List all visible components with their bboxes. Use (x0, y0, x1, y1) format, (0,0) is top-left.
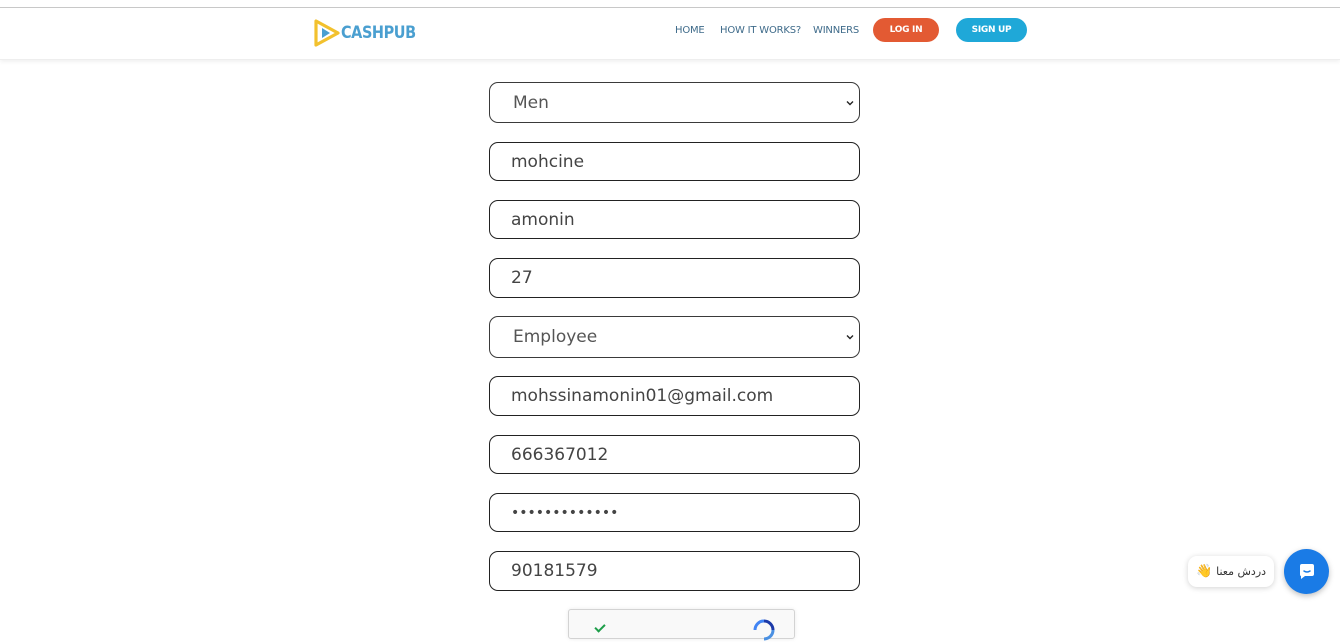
gender-select[interactable]: Men (489, 82, 860, 123)
password-value: ••••••••••••• (511, 504, 619, 521)
chat-launcher-button[interactable] (1284, 549, 1329, 594)
email-value: mohssinamonin01@gmail.com (511, 386, 774, 406)
recaptcha-icon (753, 619, 775, 641)
nav-home[interactable]: HOME (675, 25, 705, 36)
code-value: 90181579 (511, 561, 598, 581)
nav-how-it-works[interactable]: HOW IT WORKS? (720, 25, 801, 36)
occupation-select[interactable]: Employee (489, 316, 860, 358)
code-input[interactable]: 90181579 (489, 551, 860, 591)
first-name-input[interactable]: mohcine (489, 142, 860, 181)
checkmark-icon[interactable] (594, 621, 606, 633)
chat-greeting-text: دردش معنا (1216, 565, 1267, 578)
age-value: 27 (511, 268, 533, 288)
gender-value: Men (513, 92, 549, 113)
signup-button[interactable]: SIGN UP (956, 18, 1027, 42)
brand-logo[interactable]: CASHPUB (314, 18, 429, 48)
password-input[interactable]: ••••••••••••• (489, 493, 860, 532)
header: CASHPUB HOME HOW IT WORKS? WINNERS LOG I… (0, 8, 1340, 60)
occupation-value: Employee (513, 327, 598, 347)
brand-name: CASHPUB (341, 23, 416, 43)
chat-greeting-bubble[interactable]: 👋 دردش معنا (1188, 556, 1274, 587)
last-name-value: amonin (511, 209, 575, 230)
phone-input[interactable]: 666367012 (489, 435, 860, 474)
recaptcha-widget[interactable] (568, 609, 795, 641)
email-input[interactable]: mohssinamonin01@gmail.com (489, 376, 860, 416)
chevron-down-icon (846, 335, 854, 340)
login-button[interactable]: LOG IN (873, 18, 939, 42)
wave-emoji: 👋 (1195, 564, 1213, 579)
nav-winners[interactable]: WINNERS (813, 25, 859, 36)
last-name-input[interactable]: amonin (489, 200, 860, 239)
chat-icon (1299, 563, 1314, 579)
logo-play-icon (314, 19, 340, 47)
phone-value: 666367012 (511, 444, 609, 465)
age-input[interactable]: 27 (489, 258, 860, 298)
chevron-down-icon (846, 100, 854, 105)
first-name-value: mohcine (511, 151, 585, 172)
